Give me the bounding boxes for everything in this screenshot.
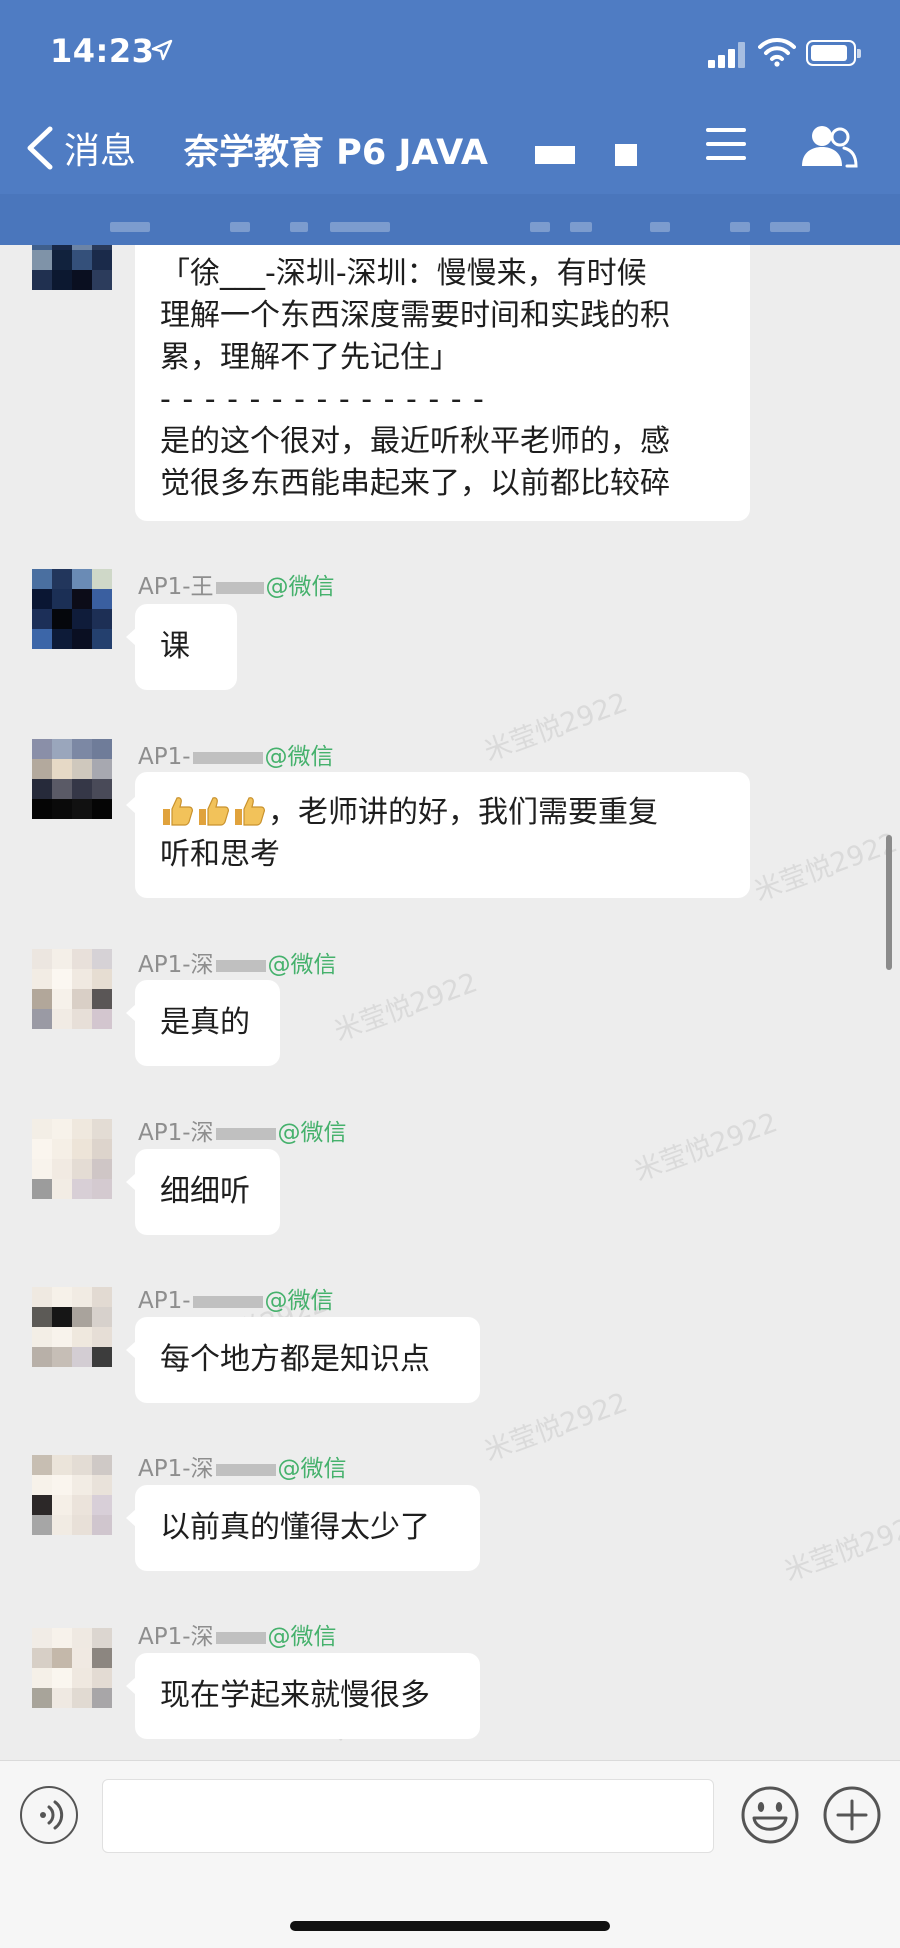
chevron-left-icon bbox=[27, 126, 53, 170]
avatar[interactable] bbox=[32, 739, 112, 819]
signal-icon bbox=[708, 42, 748, 68]
home-indicator[interactable] bbox=[290, 1921, 610, 1931]
status-bar: 14:23 bbox=[0, 0, 900, 106]
sender-name: AP1-深 @微信 bbox=[138, 1120, 347, 1146]
watermark: 米莹悦2922 bbox=[750, 827, 900, 908]
message-bubble[interactable]: 现在学起来就慢很多 bbox=[126, 1653, 480, 1739]
people-icon[interactable] bbox=[800, 122, 858, 170]
watermark: 米莹悦2922 bbox=[780, 1507, 900, 1588]
title-redaction bbox=[535, 146, 575, 164]
thumbs-up-icon bbox=[160, 795, 268, 830]
sender-name: AP1-深 @微信 bbox=[138, 952, 337, 978]
watermark: 米莹悦2922 bbox=[630, 1107, 782, 1188]
input-bar bbox=[0, 1760, 900, 1948]
watermark: 米莹悦2922 bbox=[480, 687, 632, 768]
sender-name: AP1-深 @微信 bbox=[138, 1456, 347, 1482]
message-bubble[interactable]: 每个地方都是知识点 bbox=[126, 1317, 480, 1403]
back-label: 消息 bbox=[64, 131, 137, 172]
chat-title: 奈学教育 P6 JAVA bbox=[184, 133, 488, 173]
sender-name: AP1- @微信 bbox=[138, 744, 334, 770]
avatar[interactable] bbox=[32, 1119, 112, 1199]
plus-icon[interactable] bbox=[822, 1785, 882, 1845]
sender-name: AP1- @微信 bbox=[138, 1288, 334, 1314]
message-input[interactable] bbox=[102, 1779, 714, 1853]
avatar[interactable] bbox=[32, 245, 112, 290]
wifi-icon bbox=[758, 36, 796, 68]
sender-name: AP1-深 @微信 bbox=[138, 1624, 337, 1650]
chat-header: 14:23 消息 奈学教育 P6 JAVA bbox=[0, 0, 900, 245]
member-bar bbox=[0, 194, 900, 245]
message-list[interactable]: 米莹悦2922 米莹悦2922 米莹悦2922 米莹悦2922 米莹悦2922 … bbox=[0, 245, 900, 1760]
location-arrow-icon bbox=[150, 38, 174, 69]
scroll-indicator[interactable] bbox=[886, 835, 892, 970]
menu-button[interactable] bbox=[706, 124, 746, 164]
voice-icon[interactable] bbox=[20, 1786, 78, 1844]
title-redaction bbox=[615, 144, 637, 166]
sender-name: AP1-王 @微信 bbox=[138, 574, 335, 600]
avatar[interactable] bbox=[32, 1455, 112, 1535]
emoji-icon[interactable] bbox=[740, 1785, 800, 1845]
message-bubble[interactable]: 细细听 bbox=[126, 1149, 280, 1235]
avatar[interactable] bbox=[32, 1628, 112, 1708]
message-bubble[interactable]: ，老师讲的好，我们需要重复 听和思考 bbox=[126, 772, 750, 898]
status-time: 14:23 bbox=[50, 32, 155, 70]
watermark: 米莹悦2922 bbox=[480, 1387, 632, 1468]
watermark: 米莹悦2922 bbox=[330, 967, 482, 1048]
avatar[interactable] bbox=[32, 569, 112, 649]
back-button[interactable]: 消息 bbox=[22, 118, 136, 178]
avatar[interactable] bbox=[32, 1287, 112, 1367]
battery-icon bbox=[806, 40, 861, 66]
message-bubble[interactable]: 是真的 bbox=[126, 980, 280, 1066]
nav-bar: 消息 奈学教育 P6 JAVA bbox=[0, 106, 900, 194]
message-bubble[interactable]: 课 bbox=[126, 604, 237, 690]
message-bubble[interactable]: 「徐___-深圳-深圳：慢慢来，有时候 理解一个东西深度需要时间和实践的积 累，… bbox=[135, 245, 750, 521]
message-bubble[interactable]: 以前真的懂得太少了 bbox=[126, 1485, 480, 1571]
avatar[interactable] bbox=[32, 949, 112, 1029]
